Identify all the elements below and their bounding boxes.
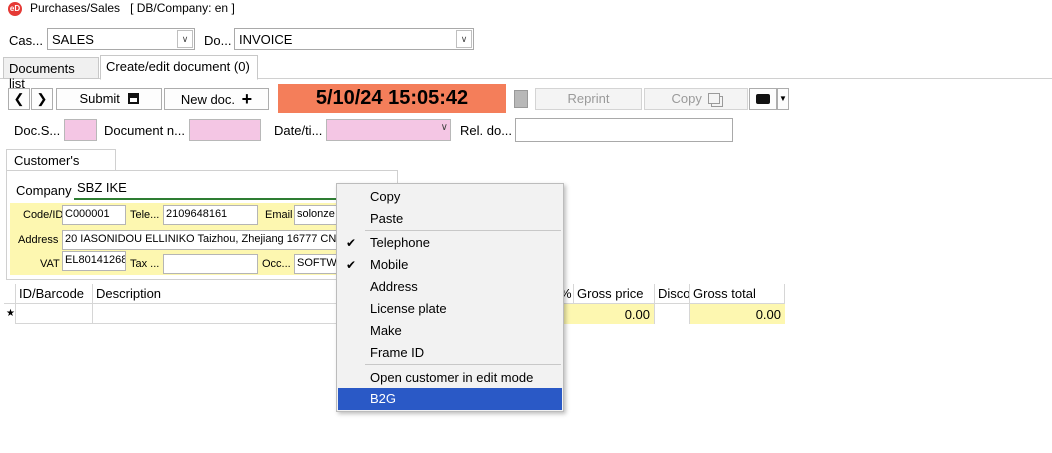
chevron-down-icon[interactable]: ∨ bbox=[441, 122, 448, 133]
chevron-right-icon: ❯ bbox=[36, 91, 48, 106]
grid-cell-percent[interactable] bbox=[564, 304, 574, 324]
print-button[interactable] bbox=[749, 88, 777, 110]
new-doc-label: New doc. bbox=[180, 92, 236, 107]
submit-button[interactable]: Submit bbox=[56, 88, 162, 110]
email-field[interactable]: solonze bbox=[294, 205, 338, 225]
tab-documents-list[interactable]: Documents list bbox=[3, 57, 99, 91]
column-id-barcode[interactable]: ID/Barcode bbox=[16, 284, 93, 304]
occupation-label: Occ... bbox=[262, 258, 291, 270]
column-gross-price[interactable]: Gross price bbox=[574, 284, 655, 304]
customer-tab[interactable]: Customer's data bbox=[6, 149, 116, 183]
doc-series-field[interactable] bbox=[64, 119, 97, 141]
copy-label: Copy bbox=[671, 91, 702, 106]
grid-cell-id[interactable] bbox=[16, 304, 93, 324]
doc-series-label: Doc.S... bbox=[14, 123, 61, 138]
menu-item-telephone[interactable]: ✔ Telephone bbox=[338, 232, 562, 254]
printer-icon bbox=[756, 94, 770, 104]
new-doc-button[interactable]: New doc. + bbox=[164, 88, 269, 110]
chevron-left-icon: ❮ bbox=[13, 91, 25, 106]
grid-cell-gross-price[interactable]: 0.00 bbox=[574, 304, 655, 324]
grid-cell-description[interactable] bbox=[93, 304, 338, 324]
column-gross-total[interactable]: Gross total bbox=[690, 284, 785, 304]
context-menu: Copy Paste ✔ Telephone ✔ Mobile Address Li… bbox=[336, 183, 564, 412]
menu-item-copy[interactable]: Copy bbox=[338, 186, 562, 208]
window-title-text: Purchases/Sales bbox=[30, 1, 121, 15]
menu-item-mobile[interactable]: ✔ Mobile bbox=[338, 254, 562, 276]
reprint-button[interactable]: Reprint bbox=[535, 88, 642, 110]
clock-display: 5/10/24 15:05:42 bbox=[278, 84, 506, 113]
prev-button[interactable]: ❮ bbox=[8, 88, 30, 110]
chevron-down-icon[interactable]: ∨ bbox=[177, 30, 193, 48]
column-description[interactable]: Description bbox=[93, 284, 338, 304]
email-label: Email bbox=[265, 209, 293, 221]
menu-item-b2g[interactable]: B2G bbox=[338, 388, 562, 410]
window-title: Purchases/Sales [ DB/Company: en ] bbox=[30, 1, 235, 15]
address-field[interactable]: 20 IASONIDOU ELLINIKO Taizhou, Zhejiang … bbox=[62, 230, 338, 250]
grid-cell-gross-total[interactable]: 0.00 bbox=[690, 304, 785, 324]
doc-number-label: Document n... bbox=[104, 123, 185, 138]
date-label: Date/ti... bbox=[274, 123, 323, 138]
case-select-value: SALES bbox=[52, 32, 94, 47]
app-icon: eD bbox=[8, 2, 22, 16]
menu-item-label: Open customer in edit mode bbox=[370, 370, 534, 385]
submit-label: Submit bbox=[79, 91, 120, 106]
copy-button[interactable]: Copy bbox=[644, 88, 748, 110]
menu-item-label: Address bbox=[370, 279, 418, 294]
code-label: Code/ID bbox=[23, 209, 64, 221]
db-company-text: [ DB/Company: en ] bbox=[130, 1, 235, 15]
save-icon bbox=[127, 93, 139, 104]
menu-item-frame-id[interactable]: Frame ID bbox=[338, 342, 562, 364]
telephone-label: Tele... bbox=[130, 209, 160, 221]
vat-label: VAT bbox=[40, 258, 60, 270]
menu-item-make[interactable]: Make bbox=[338, 320, 562, 342]
chevron-down-icon[interactable]: ∨ bbox=[456, 30, 472, 48]
rel-doc-field[interactable] bbox=[515, 118, 733, 142]
doc-type-select-value: INVOICE bbox=[239, 32, 293, 47]
doc-type-label: Do... bbox=[204, 33, 232, 48]
menu-item-label: Paste bbox=[370, 211, 404, 226]
menu-item-label: Telephone bbox=[370, 235, 430, 250]
menu-item-label: Mobile bbox=[370, 257, 409, 272]
menu-item-label: Copy bbox=[370, 189, 401, 204]
grid-row-header bbox=[4, 284, 16, 304]
rel-doc-label: Rel. do... bbox=[460, 123, 513, 138]
menu-separator bbox=[365, 364, 561, 365]
tax-office-field[interactable] bbox=[163, 254, 258, 274]
menu-item-open-customer-edit[interactable]: Open customer in edit mode bbox=[338, 367, 562, 389]
telephone-field[interactable]: 2109648161 bbox=[163, 205, 258, 225]
check-icon: ✔ bbox=[346, 258, 357, 272]
print-menu-button[interactable]: ▼ bbox=[777, 88, 789, 110]
menu-item-paste[interactable]: Paste bbox=[338, 208, 562, 230]
menu-item-label: Make bbox=[370, 323, 402, 338]
doc-type-select[interactable]: INVOICE ∨ bbox=[234, 28, 474, 50]
company-label: Company bbox=[16, 183, 72, 198]
menu-separator bbox=[365, 230, 561, 231]
caret-down-icon: ▼ bbox=[779, 94, 787, 103]
plus-icon: + bbox=[241, 89, 253, 109]
case-label: Cas... bbox=[9, 33, 43, 48]
menu-item-license-plate[interactable]: License plate bbox=[338, 298, 562, 320]
code-field[interactable]: C000001 bbox=[62, 205, 126, 225]
tab-create-edit-document[interactable]: Create/edit document (0) bbox=[100, 55, 258, 80]
document-icon bbox=[514, 90, 528, 108]
doc-number-field[interactable] bbox=[189, 119, 261, 141]
copy-icon bbox=[708, 93, 721, 104]
date-field[interactable]: ∨ bbox=[326, 119, 451, 141]
tax-office-label: Tax ... bbox=[130, 258, 160, 270]
check-icon: ✔ bbox=[346, 236, 357, 250]
grid-cell-discount[interactable] bbox=[655, 304, 690, 324]
title-bar: eD Purchases/Sales [ DB/Company: en ] bbox=[0, 0, 1052, 22]
new-row-marker: ★ bbox=[4, 304, 16, 324]
menu-item-label: Frame ID bbox=[370, 345, 425, 360]
column-discount[interactable]: Disco bbox=[655, 284, 690, 304]
menu-item-label: B2G bbox=[370, 391, 397, 406]
case-select[interactable]: SALES ∨ bbox=[47, 28, 195, 50]
next-button[interactable]: ❯ bbox=[31, 88, 53, 110]
occupation-field[interactable]: SOFTW. bbox=[294, 254, 338, 274]
address-label: Address bbox=[18, 234, 59, 246]
menu-item-label: License plate bbox=[370, 301, 447, 316]
menu-item-address[interactable]: Address bbox=[338, 276, 562, 298]
vat-field[interactable]: EL80141268 bbox=[62, 251, 126, 271]
